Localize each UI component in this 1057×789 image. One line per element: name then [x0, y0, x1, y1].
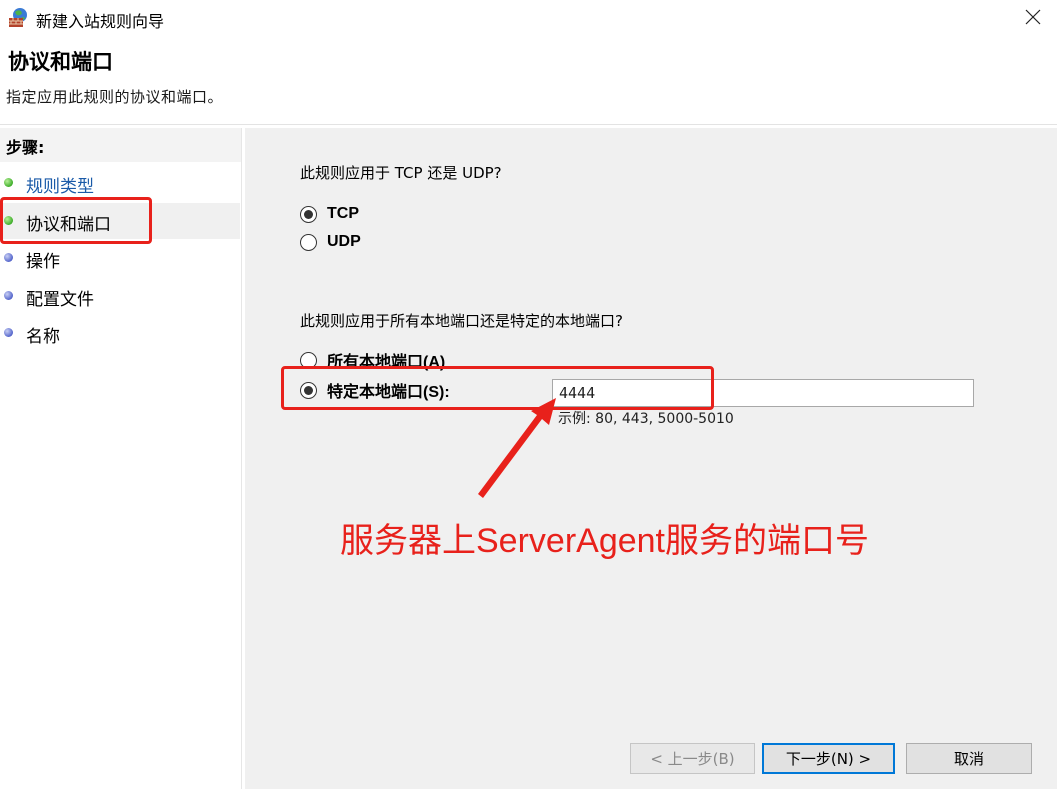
annotation-box-step	[0, 197, 152, 244]
annotation-text: 服务器上ServerAgent服务的端口号	[340, 522, 869, 560]
step-label[interactable]: 规则类型	[26, 172, 94, 197]
step-status-dot-icon	[4, 253, 13, 262]
step-profile: 配置文件	[0, 278, 240, 314]
step-name: 名称	[0, 315, 240, 351]
protocol-question: 此规则应用于 TCP 还是 UDP?	[300, 164, 502, 182]
step-rule-type[interactable]: 规则类型	[0, 165, 240, 201]
next-button[interactable]: 下一步(N) >	[762, 743, 895, 774]
content-panel: 此规则应用于 TCP 还是 UDP? TCP UDP 此规则应用于所有本地端口还…	[245, 128, 1057, 789]
step-label: 操作	[26, 252, 60, 272]
udp-radio[interactable]	[300, 233, 317, 251]
steps-header: 步骤:	[0, 128, 241, 162]
annotation-box-port	[281, 366, 714, 410]
udp-label[interactable]: UDP	[327, 233, 361, 251]
tcp-radio[interactable]	[300, 205, 317, 223]
tcp-label[interactable]: TCP	[327, 205, 359, 223]
tcp-radio-option[interactable]: TCP	[300, 202, 359, 226]
step-status-dot-icon	[4, 291, 13, 300]
page-subtitle: 指定应用此规则的协议和端口。	[6, 88, 224, 106]
step-status-dot-icon	[4, 178, 13, 187]
back-button[interactable]: < 上一步(B)	[630, 743, 755, 774]
window-title: 新建入站规则向导	[36, 12, 165, 31]
firewall-icon	[8, 6, 30, 28]
step-label: 配置文件	[26, 290, 94, 310]
title-bar: 新建入站规则向导	[0, 0, 1057, 36]
step-label: 名称	[26, 327, 60, 347]
header-divider	[0, 124, 1057, 125]
udp-radio-option[interactable]: UDP	[300, 230, 361, 254]
step-action: 操作	[0, 240, 240, 276]
steps-header-label: 步骤:	[6, 138, 45, 157]
step-status-dot-icon	[4, 328, 13, 337]
cancel-button[interactable]: 取消	[906, 743, 1032, 774]
ports-question: 此规则应用于所有本地端口还是特定的本地端口?	[300, 312, 623, 330]
page-title: 协议和端口	[8, 50, 113, 74]
close-button[interactable]	[1017, 2, 1049, 32]
close-icon	[1025, 9, 1041, 25]
port-example-hint: 示例: 80, 443, 5000-5010	[558, 411, 734, 427]
